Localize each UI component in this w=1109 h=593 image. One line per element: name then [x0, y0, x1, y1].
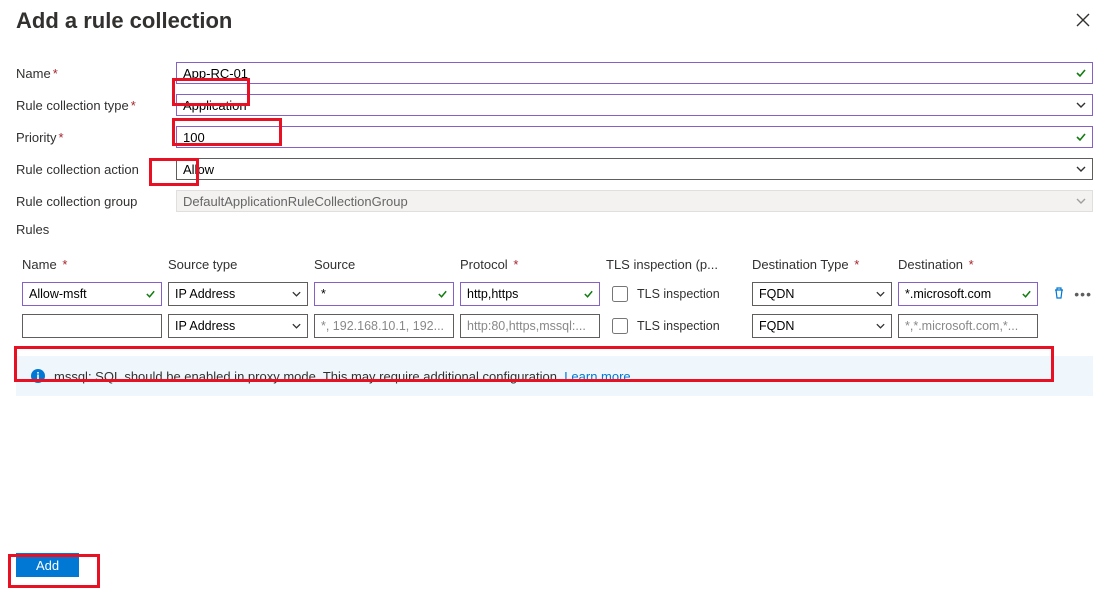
rules-section-label: Rules — [16, 222, 1093, 237]
rule-tls-cell: TLS inspection — [606, 282, 746, 306]
rule-row: TLS inspection — [22, 314, 1093, 338]
rule-tls-label: TLS inspection — [637, 287, 720, 301]
rule-desttype-select[interactable] — [752, 282, 892, 306]
action-label: Rule collection action — [16, 162, 176, 177]
name-label: Name* — [16, 66, 176, 81]
more-icon[interactable]: ••• — [1074, 286, 1092, 302]
required-star: * — [53, 66, 58, 81]
rule-source-input[interactable] — [314, 282, 454, 306]
rule-dest-input[interactable] — [898, 282, 1038, 306]
priority-label: Priority* — [16, 130, 176, 145]
rule-protocol-input[interactable] — [460, 314, 600, 338]
type-label: Rule collection type* — [16, 98, 176, 113]
info-bar: mssql: SQL should be enabled in proxy mo… — [16, 356, 1093, 396]
rule-dest-input[interactable] — [898, 314, 1038, 338]
type-select[interactable] — [176, 94, 1093, 116]
rule-tls-checkbox[interactable] — [612, 286, 628, 302]
priority-input[interactable] — [176, 126, 1093, 148]
rule-name-input[interactable] — [22, 314, 162, 338]
rule-sourcetype-select[interactable] — [168, 314, 308, 338]
close-icon[interactable] — [1075, 12, 1093, 30]
rules-header: Name * Source type Source Protocol * TLS… — [22, 257, 1093, 272]
learn-more-link[interactable]: Learn more. — [564, 369, 634, 384]
delete-icon[interactable] — [1052, 286, 1068, 302]
required-star: * — [131, 98, 136, 113]
rule-desttype-select[interactable] — [752, 314, 892, 338]
rule-row: TLS inspection ••• — [22, 282, 1093, 306]
rule-source-input[interactable] — [314, 314, 454, 338]
rule-protocol-input[interactable] — [460, 282, 600, 306]
info-text: mssql: SQL should be enabled in proxy mo… — [54, 369, 564, 384]
required-star: * — [58, 130, 63, 145]
action-select[interactable] — [176, 158, 1093, 180]
rule-tls-checkbox[interactable] — [612, 318, 628, 334]
rule-tls-label: TLS inspection — [637, 319, 720, 333]
rule-tls-cell: TLS inspection — [606, 314, 746, 338]
dialog-title: Add a rule collection — [16, 8, 232, 34]
add-button[interactable]: Add — [16, 553, 79, 577]
group-label: Rule collection group — [16, 194, 176, 209]
info-icon — [30, 368, 46, 384]
name-input[interactable] — [176, 62, 1093, 84]
rule-name-input[interactable] — [22, 282, 162, 306]
rule-sourcetype-select[interactable] — [168, 282, 308, 306]
group-select — [176, 190, 1093, 212]
